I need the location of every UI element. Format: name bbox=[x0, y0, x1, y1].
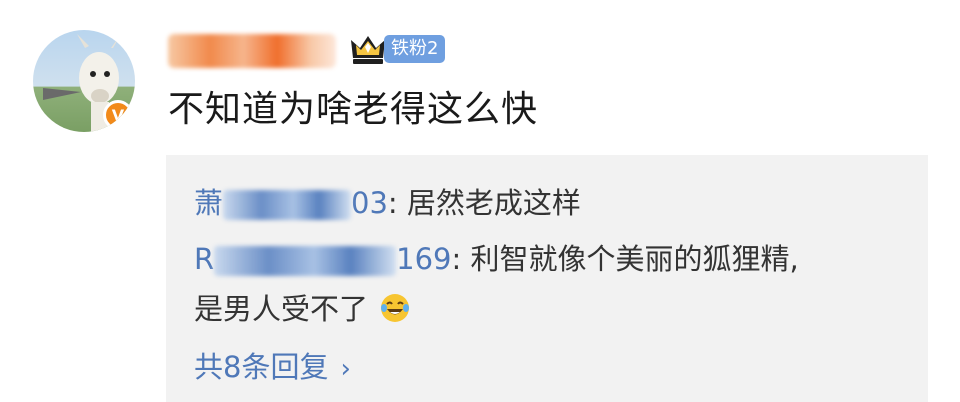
reply-author[interactable]: R 169 bbox=[194, 242, 452, 276]
avatar-image: V bbox=[33, 30, 135, 132]
reply-text-line2: 是男人受不了 bbox=[194, 292, 369, 326]
replies-panel[interactable]: 萧 03: 居然老成这样 R 169: 利智就像个美丽的狐狸精, 是男人受不了 共8… bbox=[166, 155, 928, 402]
reply-author[interactable]: 萧 03 bbox=[194, 186, 388, 220]
more-replies-label: 共8条回复 bbox=[194, 350, 329, 384]
chevron-right-icon: › bbox=[340, 354, 351, 384]
reply-text: 居然老成这样 bbox=[406, 186, 581, 220]
fan-level-badge: 铁粉2 bbox=[384, 35, 446, 63]
crown-icon bbox=[351, 36, 385, 64]
reply-item[interactable]: R 169: 利智就像个美丽的狐狸精, bbox=[194, 234, 799, 284]
username-redacted[interactable] bbox=[168, 34, 336, 68]
reply-text-line1: 利智就像个美丽的狐狸精, bbox=[470, 242, 799, 276]
avatar[interactable]: V bbox=[33, 30, 135, 132]
redacted-name bbox=[214, 246, 397, 276]
reply-item[interactable]: 萧 03: 居然老成这样 bbox=[194, 178, 581, 228]
laughing-tears-emoji bbox=[381, 294, 410, 322]
more-replies-link[interactable]: 共8条回复 › bbox=[194, 345, 351, 391]
redacted-name bbox=[223, 190, 352, 220]
separator: : bbox=[451, 242, 462, 276]
separator: : bbox=[387, 186, 398, 220]
reply-item-continuation: 是男人受不了 bbox=[194, 284, 411, 334]
verified-v-icon: V bbox=[103, 100, 133, 130]
post-text: 不知道为啥老得这么快 bbox=[168, 89, 539, 130]
